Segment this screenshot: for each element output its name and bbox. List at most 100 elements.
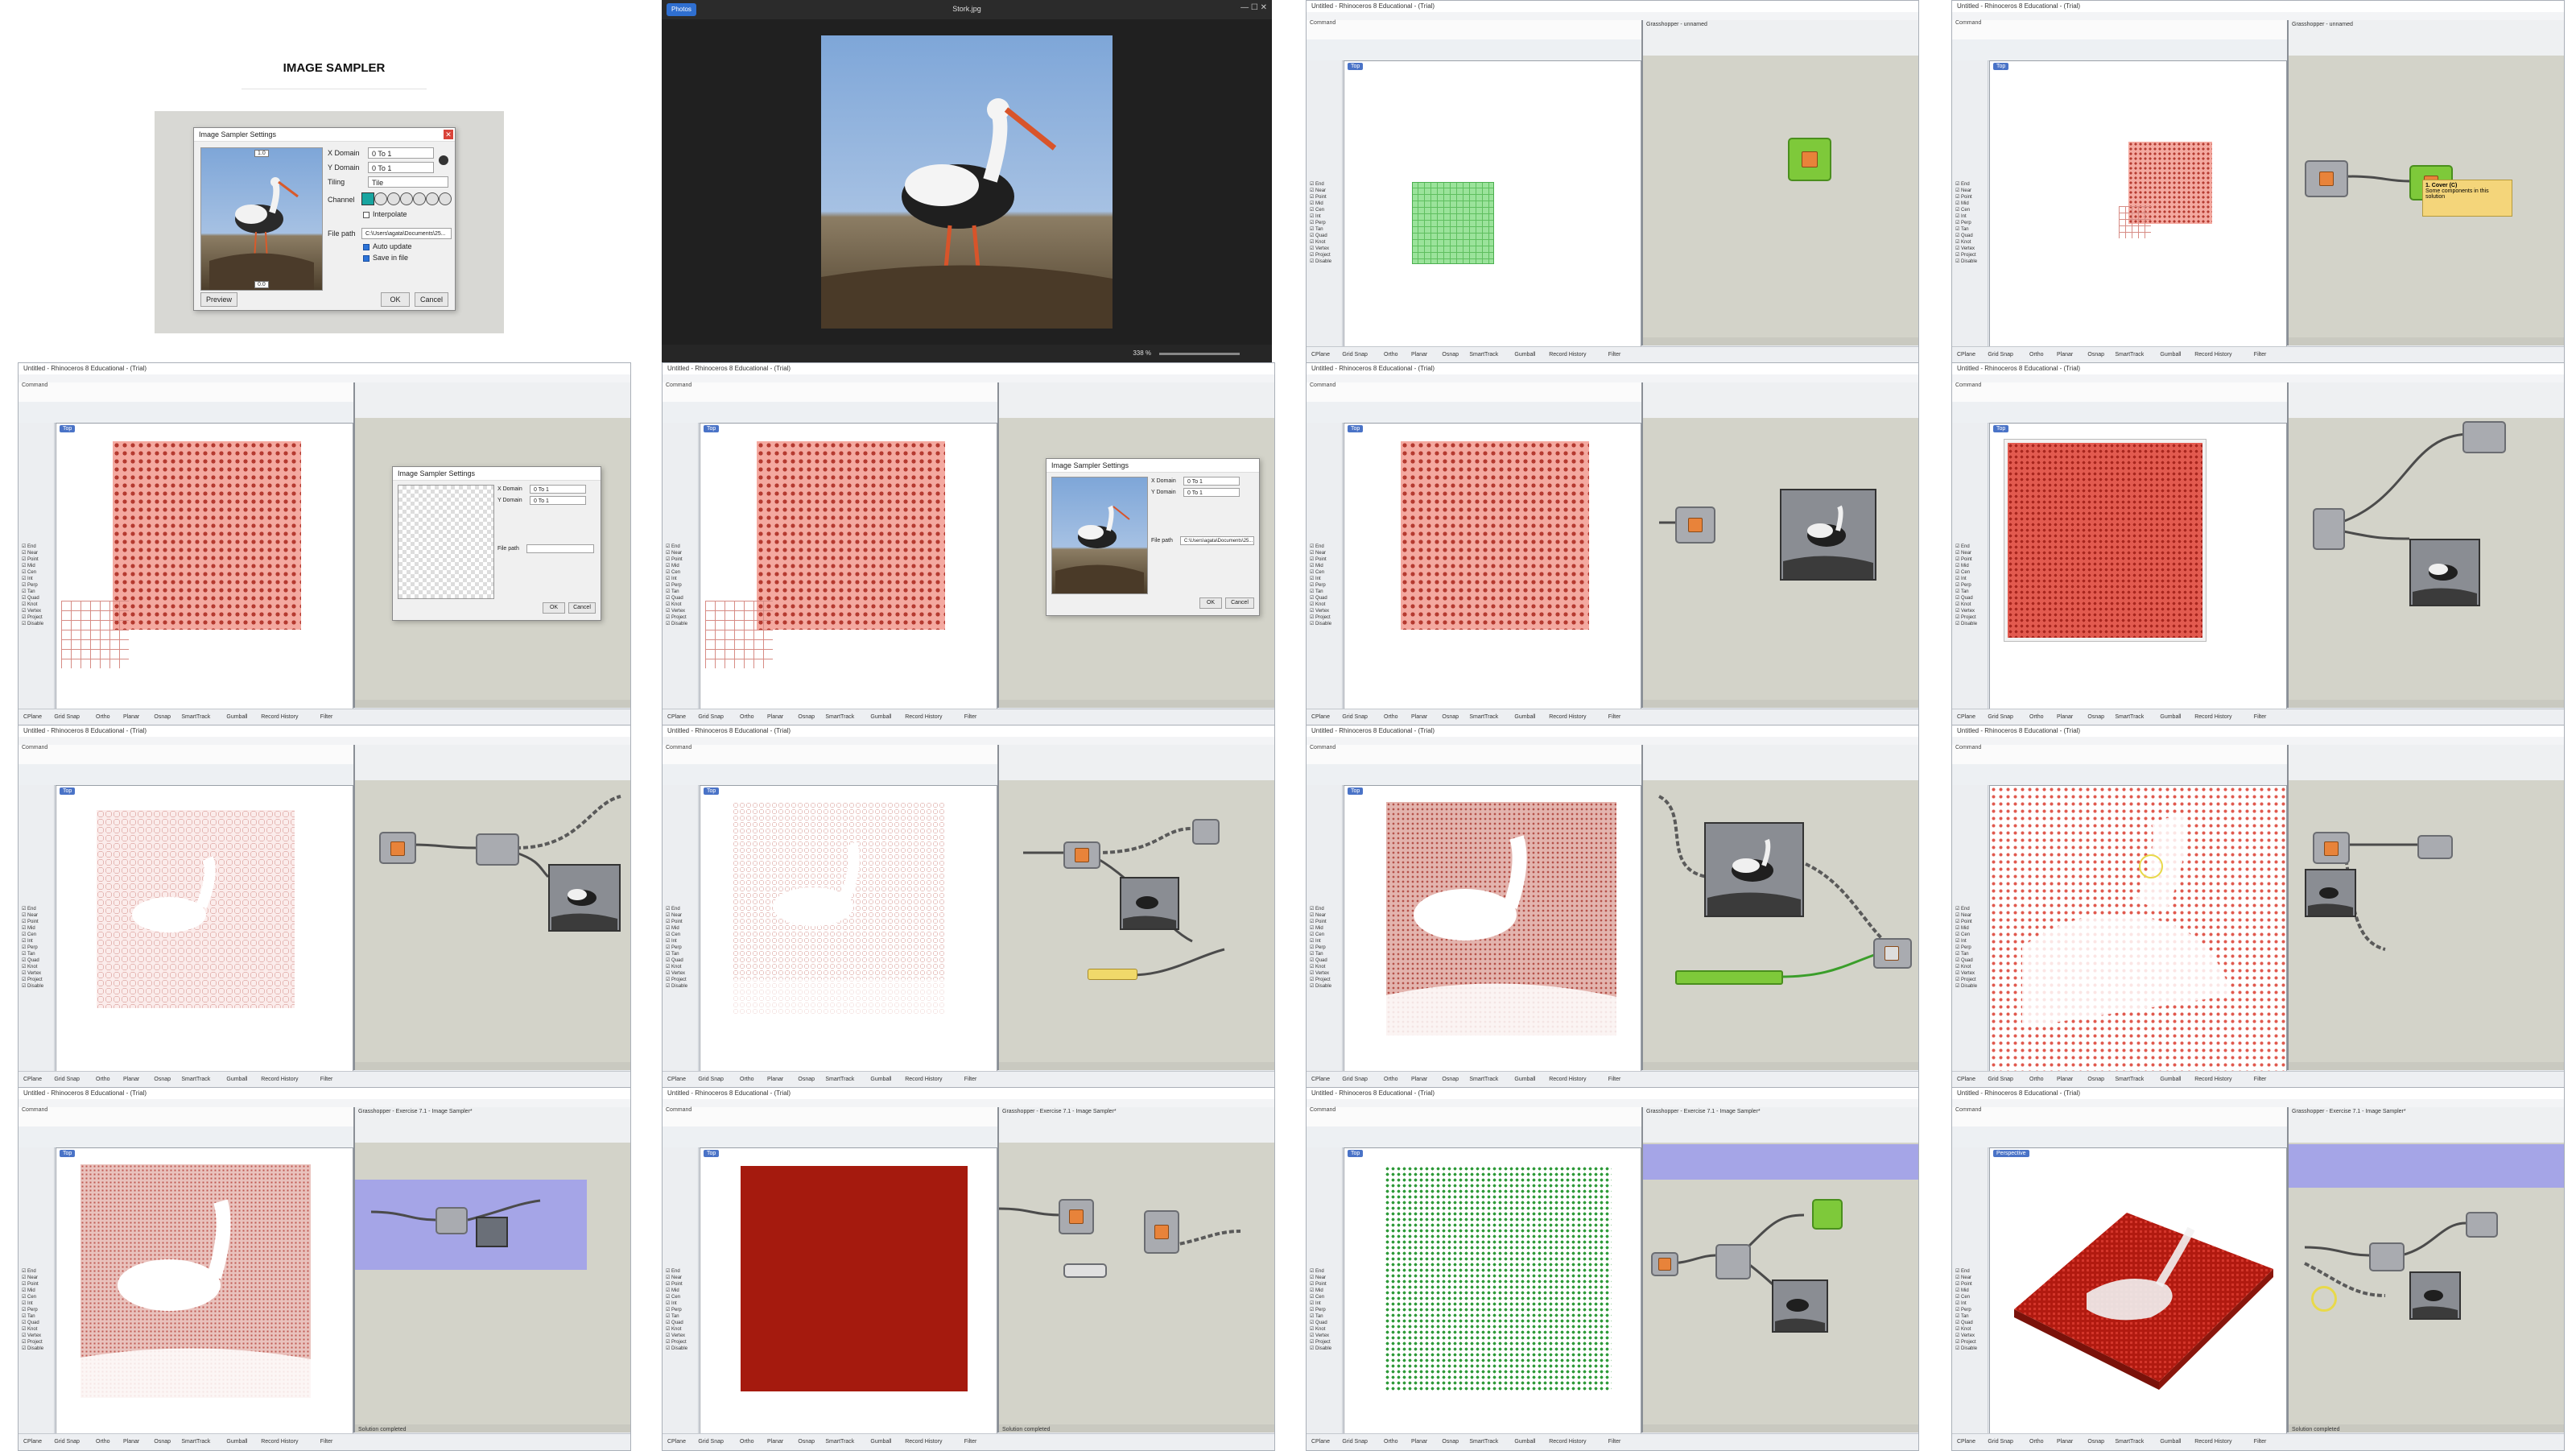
- viewport-top[interactable]: Top: [56, 1147, 353, 1434]
- osnap-item[interactable]: ☑ Perp: [22, 582, 38, 588]
- x-domain-field[interactable]: 0 To 1: [530, 485, 586, 494]
- status-grid-snap[interactable]: Grid Snap: [1342, 714, 1368, 720]
- gh-canvas[interactable]: [999, 1143, 1274, 1424]
- status-gumball[interactable]: Gumball: [2160, 1077, 2181, 1082]
- osnap-item[interactable]: ☑ Disable: [1310, 1346, 1331, 1351]
- status-record-history[interactable]: Record History: [2194, 352, 2231, 358]
- component-node-b[interactable]: [476, 833, 519, 866]
- osnap-item[interactable]: ☑ Point: [1955, 194, 1972, 200]
- status-ortho[interactable]: Ortho: [2029, 1439, 2044, 1445]
- osnap-item[interactable]: ☑ Knot: [666, 601, 681, 607]
- ok-button[interactable]: OK: [381, 292, 410, 307]
- osnap-item[interactable]: ☑ Point: [666, 919, 683, 924]
- component-node[interactable]: [2313, 508, 2345, 550]
- osnap-item[interactable]: ☑ Near: [22, 550, 38, 556]
- osnap-item[interactable]: ☑ Near: [1955, 550, 1971, 556]
- status-osnap[interactable]: Osnap: [798, 714, 815, 720]
- osnap-item[interactable]: ☑ Disable: [666, 621, 687, 626]
- status-ortho[interactable]: Ortho: [1384, 714, 1398, 720]
- osnap-item[interactable]: ☑ Perp: [666, 945, 682, 950]
- status-osnap[interactable]: Osnap: [154, 1439, 171, 1445]
- osnap-item[interactable]: ☑ Vertex: [1310, 246, 1329, 251]
- osnap-item[interactable]: ☑ Vertex: [1310, 608, 1329, 614]
- osnap-item[interactable]: ☑ Mid: [1955, 1288, 1969, 1293]
- status-planar[interactable]: Planar: [123, 1439, 139, 1445]
- image-sampler-preview[interactable]: [2409, 539, 2480, 606]
- osnap-item[interactable]: ☑ Quad: [22, 1320, 39, 1325]
- osnap-item[interactable]: ☑ Tan: [666, 1313, 679, 1319]
- status-planar[interactable]: Planar: [767, 1077, 783, 1082]
- status-status-left[interactable]: CPlane: [1957, 1439, 1975, 1445]
- status-osnap[interactable]: Osnap: [798, 1439, 815, 1445]
- osnap-item[interactable]: ☑ End: [1955, 1268, 1970, 1274]
- photos-zoom-slider[interactable]: [1159, 353, 1240, 355]
- osnap-item[interactable]: ☑ Near: [1310, 188, 1326, 193]
- viewport-top[interactable]: Top: [700, 423, 997, 709]
- viewport-top[interactable]: Top: [1344, 423, 1641, 709]
- image-sampler-node[interactable]: [1788, 138, 1831, 181]
- component-node-b[interactable]: [2466, 1212, 2498, 1238]
- component-node-top[interactable]: [2462, 421, 2506, 453]
- status-planar[interactable]: Planar: [1411, 1077, 1427, 1082]
- component-node-a[interactable]: [2313, 832, 2350, 864]
- osnap-item[interactable]: ☑ Project: [22, 977, 43, 982]
- osnap-item[interactable]: ☑ Project: [1310, 252, 1331, 258]
- osnap-item[interactable]: ☑ Point: [22, 919, 39, 924]
- component-node-b[interactable]: [1715, 1244, 1751, 1279]
- osnap-item[interactable]: ☑ Cen: [1310, 932, 1324, 937]
- status-smarttrack[interactable]: SmartTrack: [1469, 1077, 1498, 1082]
- osnap-item[interactable]: ☑ Quad: [22, 957, 39, 963]
- interpolate-checkbox[interactable]: [363, 212, 369, 218]
- status-filter[interactable]: Filter: [2254, 1439, 2267, 1445]
- osnap-item[interactable]: ☑ End: [1955, 544, 1970, 549]
- status-ortho[interactable]: Ortho: [2029, 352, 2044, 358]
- status-osnap[interactable]: Osnap: [2087, 352, 2104, 358]
- status-ortho[interactable]: Ortho: [740, 1077, 754, 1082]
- osnap-item[interactable]: ☑ Mid: [1310, 925, 1323, 931]
- osnap-item[interactable]: ☑ Project: [666, 977, 687, 982]
- file-path-field[interactable]: C:\Users\agata\Documents\25...: [1180, 536, 1254, 545]
- status-record-history[interactable]: Record History: [905, 1439, 942, 1445]
- status-status-left[interactable]: CPlane: [667, 1077, 686, 1082]
- component-node[interactable]: [2305, 160, 2348, 197]
- status-gumball[interactable]: Gumball: [2160, 1439, 2181, 1445]
- osnap-item[interactable]: ☑ Cen: [22, 1294, 36, 1300]
- status-smarttrack[interactable]: SmartTrack: [825, 1439, 854, 1445]
- status-osnap[interactable]: Osnap: [798, 1077, 815, 1082]
- osnap-item[interactable]: ☑ Near: [22, 912, 38, 918]
- status-smarttrack[interactable]: SmartTrack: [1469, 352, 1498, 358]
- cancel-button[interactable]: Cancel: [1225, 597, 1254, 609]
- osnap-item[interactable]: ☑ Point: [666, 556, 683, 562]
- osnap-item[interactable]: ☑ Cen: [666, 932, 680, 937]
- osnap-item[interactable]: ☑ Mid: [1310, 1288, 1323, 1293]
- osnap-item[interactable]: ☑ Tan: [1310, 589, 1323, 594]
- status-smarttrack[interactable]: SmartTrack: [1469, 1439, 1498, 1445]
- osnap-item[interactable]: ☑ Perp: [1955, 582, 1971, 588]
- status-grid-snap[interactable]: Grid Snap: [54, 1077, 80, 1082]
- component-node-a[interactable]: [379, 832, 416, 864]
- status-smarttrack[interactable]: SmartTrack: [2115, 1077, 2144, 1082]
- component-node-b[interactable]: [2417, 835, 2453, 859]
- osnap-item[interactable]: ☑ Quad: [22, 595, 39, 601]
- osnap-item[interactable]: ☑ Cen: [666, 1294, 680, 1300]
- viewport-label[interactable]: Top: [1348, 63, 1364, 70]
- channel-green-icon[interactable]: [387, 192, 400, 205]
- osnap-item[interactable]: ☑ Cen: [1310, 207, 1324, 213]
- osnap-item[interactable]: ☑ Perp: [666, 582, 682, 588]
- status-osnap[interactable]: Osnap: [1442, 1077, 1459, 1082]
- image-sampler-preview[interactable]: [1120, 877, 1179, 930]
- status-planar[interactable]: Planar: [767, 714, 783, 720]
- viewport-label[interactable]: Top: [1348, 425, 1364, 432]
- osnap-item[interactable]: ☑ Project: [1310, 977, 1331, 982]
- viewport-label[interactable]: Top: [704, 425, 720, 432]
- osnap-item[interactable]: ☑ Tan: [1310, 951, 1323, 957]
- osnap-item[interactable]: ☑ Int: [1955, 213, 1967, 219]
- osnap-item[interactable]: ☑ Mid: [666, 1288, 679, 1293]
- status-osnap[interactable]: Osnap: [2087, 714, 2104, 720]
- osnap-item[interactable]: ☑ Vertex: [1310, 1333, 1329, 1338]
- osnap-item[interactable]: ☑ Near: [1310, 1275, 1326, 1280]
- osnap-item[interactable]: ☑ Disable: [1955, 621, 1977, 626]
- viewport-top[interactable]: Top: [56, 423, 353, 709]
- file-path-field[interactable]: C:\Users\agata\Documents\25...: [361, 228, 452, 239]
- status-record-history[interactable]: Record History: [2194, 1439, 2231, 1445]
